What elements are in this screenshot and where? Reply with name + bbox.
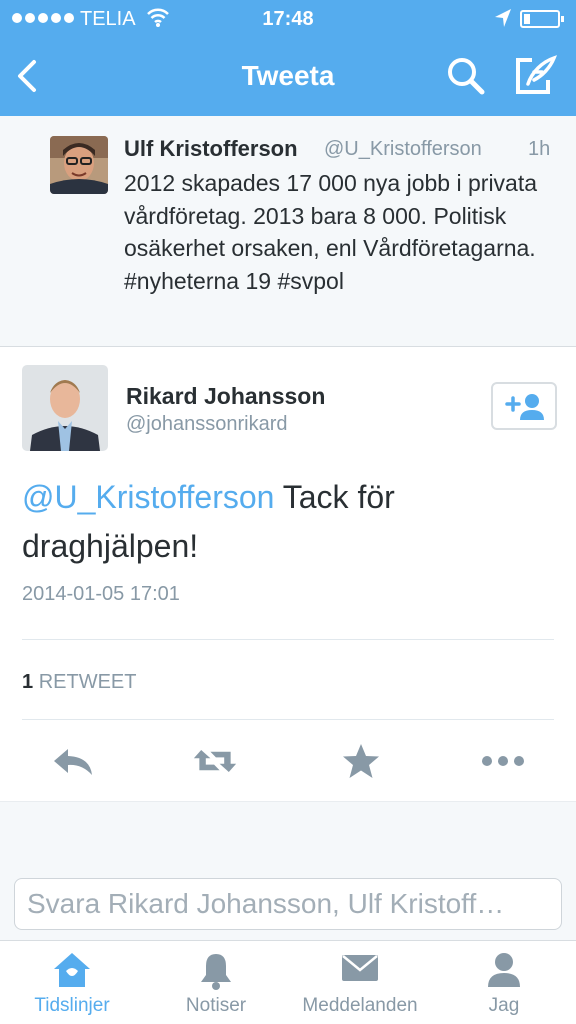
divider — [22, 719, 554, 720]
nav-bar: Tweeta — [0, 38, 576, 116]
favorite-star-icon[interactable] — [338, 741, 384, 781]
reply-input[interactable] — [14, 878, 562, 930]
author-name[interactable]: Rikard Johansson — [126, 383, 325, 410]
location-arrow-icon — [495, 9, 511, 27]
tab-notiser[interactable]: Notiser — [144, 941, 288, 1024]
more-options-icon[interactable] — [480, 741, 526, 781]
add-user-icon — [505, 394, 544, 420]
mention-link[interactable]: @U_Kristofferson — [22, 479, 274, 515]
tweet-text: 2012 skapades 17 000 nya jobb i privata … — [124, 170, 538, 294]
status-time: 17:48 — [262, 8, 314, 30]
home-icon — [54, 953, 90, 987]
envelope-icon — [342, 955, 378, 981]
tab-meddelanden[interactable]: Meddelanden — [288, 941, 432, 1024]
tweet-text: @U_Kristofferson Tack för draghjälpen! — [22, 473, 552, 571]
search-icon[interactable] — [444, 54, 488, 98]
tweet-time: 1h — [528, 138, 551, 160]
conversation-tweet[interactable]: Ulf Kristofferson @U_Kristofferson 1h 20… — [0, 116, 576, 347]
divider — [22, 639, 554, 640]
tab-jag[interactable]: Jag — [432, 941, 576, 1024]
main-tweet: Rikard Johansson @johanssonrikard @U_Kri… — [0, 347, 576, 801]
battery-icon — [520, 10, 564, 28]
reply-bar — [0, 862, 576, 941]
top-bar: TELIA 17:48 Tweeta — [0, 0, 576, 116]
retweet-stats[interactable]: 1 RETWEET — [22, 671, 136, 694]
tweet-timestamp: 2014-01-05 17:01 — [22, 583, 180, 605]
follow-button[interactable] — [491, 382, 557, 430]
tab-label: Meddelanden — [302, 995, 418, 1016]
tab-label: Jag — [488, 995, 520, 1016]
tab-tidslinjer[interactable]: Tidslinjer — [0, 941, 144, 1024]
retweet-label: RETWEET — [38, 671, 137, 693]
tab-label: Tidslinjer — [34, 995, 110, 1016]
user-icon — [488, 953, 520, 987]
tab-bar: Tidslinjer Notiser Meddelanden Jag — [0, 941, 576, 1024]
retweet-icon[interactable] — [192, 741, 238, 781]
empty-area — [0, 802, 576, 863]
compose-tweet-icon[interactable] — [512, 54, 558, 98]
status-bar: TELIA 17:48 — [0, 0, 576, 38]
page-title: Tweeta — [241, 60, 335, 91]
avatar[interactable] — [22, 365, 108, 451]
retweet-count: 1 — [22, 671, 34, 693]
avatar[interactable] — [50, 136, 108, 194]
reply-icon[interactable] — [50, 741, 96, 781]
author-handle[interactable]: @U_Kristofferson — [324, 138, 482, 161]
tab-label: Notiser — [185, 995, 247, 1016]
author-name[interactable]: Ulf Kristofferson — [124, 136, 298, 162]
bell-icon — [201, 954, 231, 990]
author-handle[interactable]: @johanssonrikard — [126, 413, 288, 436]
